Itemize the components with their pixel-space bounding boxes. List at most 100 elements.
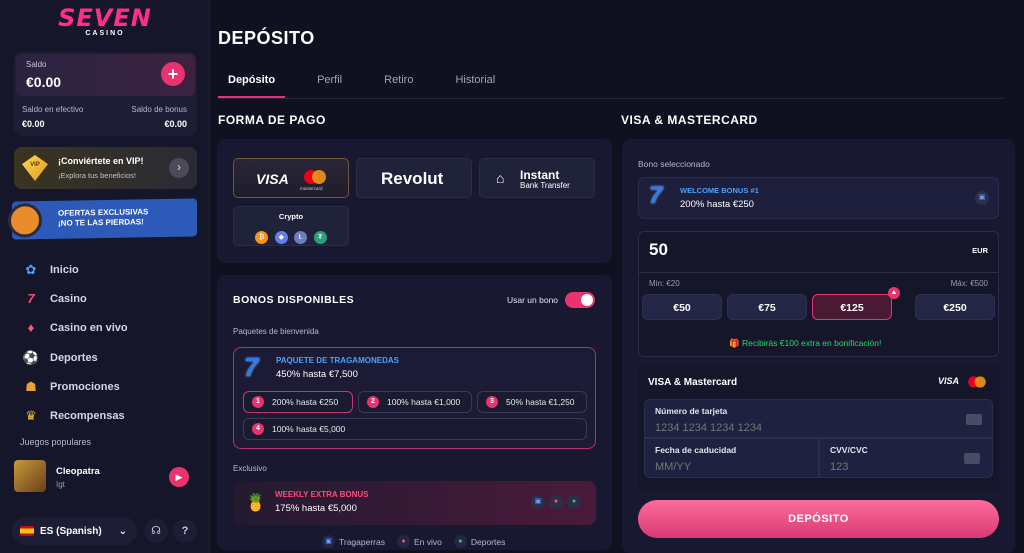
- popular-game-row[interactable]: Cleopatra Igt ▶: [14, 458, 197, 496]
- logo[interactable]: SEVEN CASINO: [0, 6, 210, 38]
- gift-icon: 🎁: [729, 338, 740, 348]
- logo-word: SEVEN: [58, 4, 152, 32]
- sidebar-item-inicio[interactable]: ✿ Inicio: [22, 255, 202, 284]
- deposit-form-panel: Bono seleccionado 7 WELCOME BONUS #1 200…: [622, 139, 1015, 553]
- tab-retiro[interactable]: Retiro: [374, 72, 423, 88]
- payment-method-visa-mastercard[interactable]: VISA mastercard: [233, 158, 349, 198]
- mastercard-icon: [304, 170, 326, 184]
- tab-deposito[interactable]: Depósito: [218, 72, 286, 98]
- sidebar-item-casino[interactable]: 7 Casino: [22, 284, 202, 313]
- credit-card-icon: [966, 414, 982, 425]
- sidebar-item-deportes[interactable]: ⚽ Deportes: [22, 343, 202, 372]
- option-number: 3: [486, 396, 498, 408]
- bonus-option-1[interactable]: 1 200% hasta €250: [243, 391, 353, 413]
- bitcoin-icon: ₿: [255, 231, 269, 244]
- revolut-logo: Revolut: [381, 169, 444, 188]
- sidebar-item-label: Casino: [50, 292, 87, 305]
- visa-logo: VISA: [938, 376, 960, 386]
- sidebar-item-casino-en-vivo[interactable]: ♦ Casino en vivo: [22, 314, 202, 343]
- vip-card[interactable]: VIP ¡Conviértete en VIP! ¡Explora tus be…: [14, 147, 197, 189]
- offers-banner[interactable]: OFERTAS EXCLUSIVAS ¡NO TE LAS PIERDAS!: [8, 198, 197, 240]
- cvv-field[interactable]: CVV/CVC: [819, 438, 993, 478]
- selected-bonus-label: Bono seleccionado: [638, 159, 710, 169]
- bonus-balance-value: €0.00: [164, 119, 187, 129]
- sidebar: SEVEN CASINO Saldo €0.00 + Saldo en efec…: [0, 0, 210, 553]
- seven-logo-icon: 7: [649, 182, 663, 209]
- chip-icon: ♦: [27, 320, 35, 336]
- offers-text: OFERTAS EXCLUSIVAS ¡NO TE LAS PIERDAS!: [58, 207, 148, 229]
- card-section-title: VISA & Mastercard: [648, 377, 738, 388]
- slots-pack-card[interactable]: 7 PAQUETE DE TRAGAMONEDAS 450% hasta €7,…: [233, 347, 596, 449]
- option-label: 50% hasta €1,250: [506, 397, 575, 407]
- cvv-label: CVV/CVC: [830, 445, 868, 455]
- bonuses-panel: BONOS DISPONIBLES Usar un bono Paquetes …: [217, 275, 612, 550]
- sidebar-item-promociones[interactable]: ☗ Promociones: [22, 372, 202, 401]
- sports-icon: ●: [567, 495, 581, 509]
- payment-method-crypto[interactable]: Crypto ₿ ◆ Ł ₮: [233, 206, 349, 246]
- payment-method-instant-bank[interactable]: ⌂ Instant Bank Transfer: [479, 158, 595, 198]
- min-amount: Min: €20: [649, 279, 680, 288]
- game-thumbnail[interactable]: [14, 460, 46, 492]
- option-number: 1: [252, 396, 264, 408]
- sidebar-item-label: Deportes: [50, 351, 98, 364]
- amount-chip-75[interactable]: €75: [727, 294, 807, 320]
- card-number-input[interactable]: [655, 422, 775, 434]
- amount-chip-250[interactable]: €250: [915, 294, 995, 320]
- bonus-option-2[interactable]: 2 100% hasta €1,000: [358, 391, 472, 413]
- amount-divider: [639, 272, 998, 273]
- tab-perfil[interactable]: Perfil: [307, 72, 352, 88]
- deposit-button[interactable]: DEPÓSITO: [638, 500, 999, 538]
- welcome-packs-label: Paquetes de bienvenida: [233, 327, 319, 336]
- bonus-option-4[interactable]: 4 100% hasta €5,000: [243, 418, 587, 440]
- max-amount: Máx: €500: [950, 279, 988, 288]
- category-label: Tragaperras: [339, 536, 385, 547]
- litecoin-icon: Ł: [294, 231, 308, 244]
- logo-sub: CASINO: [85, 30, 125, 37]
- card-number-label: Número de tarjeta: [655, 406, 728, 416]
- bonus-option-3[interactable]: 3 50% hasta €1,250: [477, 391, 587, 413]
- payment-method-revolut[interactable]: Revolut: [356, 158, 472, 198]
- bonus-balance-label: Saldo de bonus: [131, 105, 187, 114]
- weekly-bonus-card[interactable]: 🍍 WEEKLY EXTRA BONUS 175% hasta €5,000 ▣…: [233, 481, 596, 525]
- card-number-field[interactable]: Número de tarjeta: [644, 399, 993, 438]
- amount-chip-125[interactable]: €125: [812, 294, 892, 320]
- balance-top: Saldo €0.00 +: [16, 54, 195, 96]
- cvv-input[interactable]: [830, 461, 950, 473]
- slots-icon: ▣: [975, 191, 989, 205]
- play-icon[interactable]: ▶: [169, 467, 189, 487]
- sidebar-nav: ✿ Inicio 7 Casino ♦ Casino en vivo ⚽ Dep…: [22, 255, 202, 431]
- option-label: 100% hasta €5,000: [272, 424, 346, 434]
- main-content: DEPÓSITO Depósito Perfil Retiro Historia…: [210, 0, 1024, 553]
- balance-card: Saldo €0.00 + Saldo en efectivo €0.00 Sa…: [14, 52, 197, 136]
- category-en-vivo: ● En vivo: [396, 535, 442, 548]
- page-title: DEPÓSITO: [218, 28, 315, 48]
- ethereum-icon: ◆: [274, 231, 288, 244]
- extra-bonus-note: 🎁 Recibirás €100 extra en bonificación!: [729, 338, 881, 349]
- use-bonus-toggle[interactable]: [565, 292, 595, 308]
- spain-flag-icon: [20, 526, 34, 536]
- visa-logo: VISA: [256, 171, 289, 187]
- currency-label: EUR: [972, 246, 988, 255]
- mastercard-icon: [968, 376, 986, 388]
- popular-games-label: Juegos populares: [20, 437, 92, 447]
- bank-icon: ⌂: [496, 170, 505, 186]
- amount-chip-50[interactable]: €50: [642, 294, 722, 320]
- help-icon[interactable]: ?: [173, 519, 197, 543]
- expiry-field[interactable]: Fecha de caducidad: [644, 438, 819, 478]
- add-funds-button[interactable]: +: [161, 62, 185, 86]
- amount-input[interactable]: 50: [649, 240, 668, 260]
- sidebar-item-recompensas[interactable]: ♛ Recompensas: [22, 401, 202, 430]
- tab-divider: [218, 98, 1004, 99]
- selected-bonus-desc: 200% hasta €250: [680, 199, 754, 210]
- expiry-input[interactable]: [655, 461, 775, 473]
- chevron-right-icon[interactable]: ›: [169, 158, 189, 178]
- slots-icon: ▣: [322, 535, 335, 548]
- option-label: 200% hasta €250: [272, 397, 339, 407]
- selected-bonus-card[interactable]: 7 WELCOME BONUS #1 200% hasta €250 ▣: [638, 177, 999, 219]
- language-selector[interactable]: ES (Spanish) ⌄: [12, 517, 137, 545]
- headset-icon[interactable]: ☊: [144, 519, 168, 543]
- bonuses-title: BONOS DISPONIBLES: [233, 294, 355, 306]
- payment-methods-panel: VISA mastercard Revolut ⌂ Instant Bank T…: [217, 139, 612, 263]
- vip-diamond-icon: VIP: [22, 155, 48, 181]
- tab-historial[interactable]: Historial: [445, 72, 505, 88]
